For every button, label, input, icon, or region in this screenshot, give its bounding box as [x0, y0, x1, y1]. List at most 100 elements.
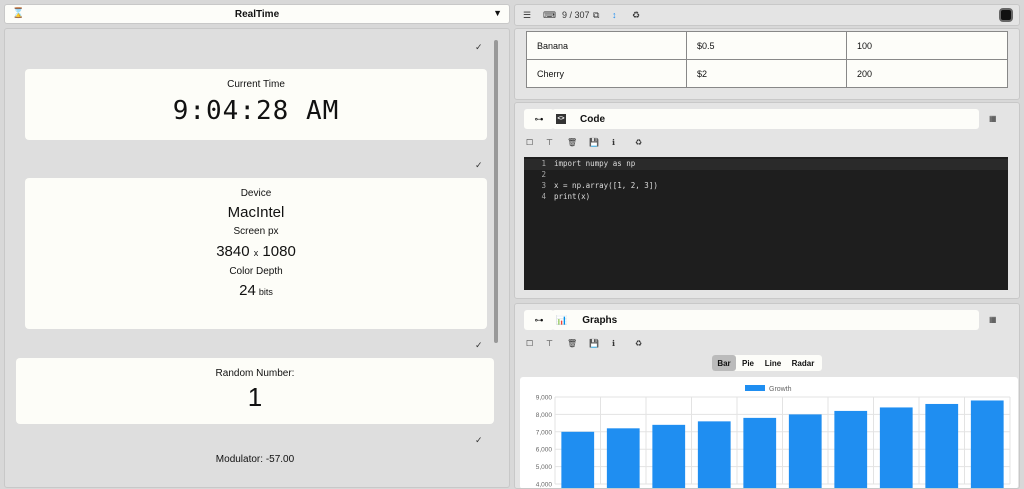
copy-icon[interactable]: ⧉	[593, 10, 599, 21]
link-button[interactable]: ⊶	[524, 109, 554, 129]
legend-swatch	[745, 385, 765, 391]
chart-bar	[652, 424, 686, 488]
fruit-table: Banana $0.5 100 Cherry $2 200	[526, 31, 1008, 88]
tab-line[interactable]: Line	[760, 355, 786, 371]
keyboard-icon[interactable]: ⌨	[543, 10, 556, 21]
link-icon: ⊶	[534, 314, 544, 325]
bar-chart: Growth 9,000 8,000 7,000 6,000 5,000 4,000	[536, 385, 1011, 489]
y-tick-label: 5,000	[536, 464, 553, 471]
device-label: Device	[240, 188, 272, 199]
dropdown-arrow-icon[interactable]: ▼	[493, 8, 502, 18]
screen-width: 3840	[216, 243, 250, 260]
y-tick-label: 7,000	[536, 429, 553, 436]
modulator-value: Modulator: -57.00	[215, 454, 295, 465]
table-cell: Cherry	[526, 59, 687, 88]
tab-radar[interactable]: Radar	[786, 355, 820, 371]
table-row: Banana $0.5 100	[526, 31, 1008, 60]
random-number-value: 1	[247, 382, 263, 412]
code-text: print(x)	[554, 192, 591, 201]
chart-bar	[561, 431, 595, 488]
code-icon: <>	[556, 114, 566, 124]
table-cell: 200	[846, 59, 1008, 88]
menu-icon[interactable]: ☰	[523, 10, 531, 21]
checkbox-icon[interactable]: ☐	[526, 138, 533, 147]
grid-icon[interactable]: ▦	[989, 315, 997, 324]
current-time-value: 9:04:28 AM	[172, 96, 340, 126]
line-number: 1	[541, 159, 546, 168]
color-depth-value: 24	[239, 282, 256, 299]
table-row: Cherry $2 200	[526, 59, 1008, 88]
current-time-card: Current Time 9:04:28 AM	[25, 69, 487, 140]
trash-icon[interactable]: 🗑	[567, 339, 577, 348]
current-time-label: Current Time	[227, 79, 285, 90]
realtime-selector[interactable]: ⌛ RealTime ▼	[4, 4, 510, 24]
chart-bar	[970, 400, 1004, 488]
chart-bar	[788, 414, 822, 488]
line-number: 2	[541, 170, 546, 179]
chart-bar	[743, 417, 777, 488]
realtime-pane: ✓ Current Time 9:04:28 AM ✓ Device MacIn…	[4, 28, 510, 488]
info-icon[interactable]: ℹ	[612, 138, 615, 147]
graphs-title-bar: 📊 Graphs	[552, 310, 979, 330]
trash-icon[interactable]: 🗑	[567, 138, 577, 147]
code-title: Code	[580, 113, 605, 125]
table-cell: 100	[846, 31, 1008, 60]
code-line: 2	[524, 170, 1008, 181]
collapse-chevron-icon[interactable]: ✓	[475, 340, 483, 351]
chart-bar	[697, 421, 731, 488]
theme-toggle-icon[interactable]	[999, 8, 1013, 22]
screen-height: 1080	[262, 243, 296, 260]
collapse-chevron-icon[interactable]: ✓	[475, 42, 483, 53]
code-text: x = np.array([1, 2, 3])	[554, 181, 658, 190]
code-line: 4 print(x)	[524, 192, 1008, 203]
legend-label: Growth	[769, 386, 792, 393]
code-line: 1 import numpy as np	[524, 159, 1008, 170]
table-panel: Banana $0.5 100 Cherry $2 200	[514, 28, 1020, 100]
link-icon: ⊶	[534, 113, 544, 124]
chart-bar	[606, 428, 640, 488]
collapse-chevron-icon[interactable]: ✓	[475, 160, 483, 171]
info-icon[interactable]: ℹ	[612, 339, 615, 348]
line-number: 3	[541, 181, 546, 190]
code-text: import numpy as np	[554, 159, 636, 168]
random-number-card: Random Number: 1	[16, 358, 494, 424]
table-cell: $2	[686, 59, 847, 88]
align-top-icon[interactable]: ⊤	[546, 138, 553, 147]
device-card: Device MacIntel Screen px 3840 x 1080 Co…	[25, 178, 487, 329]
recycle-icon[interactable]: ♻	[635, 138, 642, 147]
tab-bar[interactable]: Bar	[712, 355, 736, 371]
code-editor[interactable]: 1 import numpy as np 2 3 x = np.array([1, …	[524, 157, 1008, 290]
code-line: 3 x = np.array([1, 2, 3])	[524, 181, 1008, 192]
tab-pie[interactable]: Pie	[736, 355, 760, 371]
color-depth: 24 bits	[25, 282, 487, 299]
recycle-icon[interactable]: ♻	[632, 10, 640, 21]
grid-icon[interactable]: ▦	[989, 114, 997, 123]
chart-type-tabs: Bar Pie Line Radar	[712, 355, 822, 371]
recycle-icon[interactable]: ♻	[635, 339, 642, 348]
save-icon[interactable]: 💾	[589, 339, 599, 348]
device-value: MacIntel	[227, 204, 285, 221]
align-top-icon[interactable]: ⊤	[546, 339, 553, 348]
checkbox-icon[interactable]: ☐	[526, 339, 533, 348]
save-icon[interactable]: 💾	[589, 138, 599, 147]
move-icon[interactable]: ↕	[612, 10, 617, 20]
realtime-title: RealTime	[234, 9, 280, 20]
line-number: 4	[541, 192, 546, 201]
left-scrollbar[interactable]	[494, 40, 498, 343]
collapse-chevron-icon[interactable]: ✓	[475, 435, 483, 446]
screen-label: Screen px	[233, 226, 279, 237]
random-number-label: Random Number:	[215, 368, 295, 379]
table-cell: $0.5	[686, 31, 847, 60]
y-tick-label: 6,000	[536, 447, 553, 454]
y-tick-label: 9,000	[536, 395, 553, 402]
table-cell: Banana	[526, 31, 687, 60]
y-tick-label: 4,000	[536, 482, 553, 489]
color-depth-label: Color Depth	[229, 266, 283, 277]
y-tick-label: 8,000	[536, 412, 553, 419]
link-button[interactable]: ⊶	[524, 310, 554, 330]
chart-container: Growth 9,000 8,000 7,000 6,000 5,000 4,000	[520, 377, 1018, 489]
chart-bar	[925, 403, 959, 488]
chart-bar	[879, 407, 913, 488]
main-toolbar: ☰ ⌨ 9 / 307 ⧉ ↕ ♻	[514, 4, 1020, 26]
page-counter: 9 / 307	[562, 10, 590, 20]
